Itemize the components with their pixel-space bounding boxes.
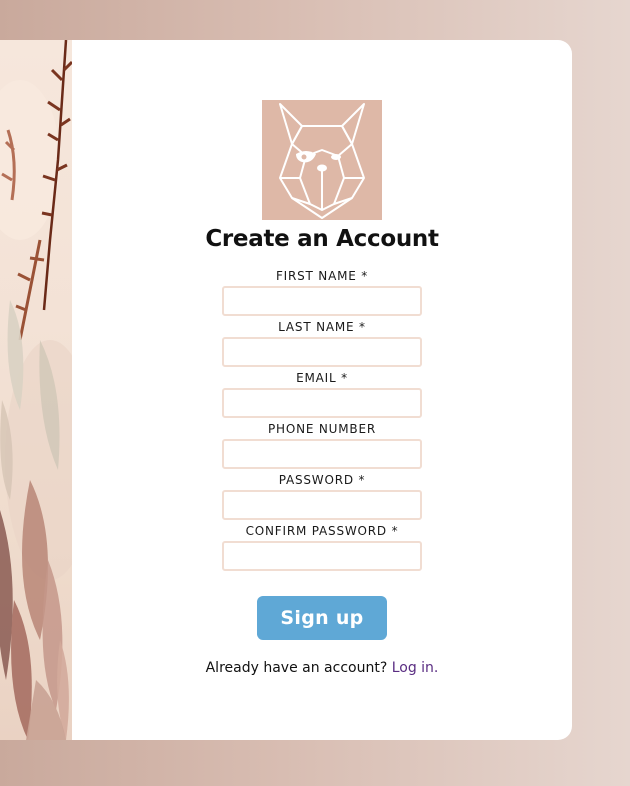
password-input[interactable] [222,490,422,520]
signup-card: Create an Account FIRST NAME * LAST NAME… [72,40,572,740]
first-name-label: FIRST NAME * [275,269,369,283]
confirm-password-input[interactable] [222,541,422,571]
login-prompt: Already have an account? Log in. [72,660,572,676]
last-name-label: LAST NAME * [278,320,366,334]
last-name-input[interactable] [222,337,422,367]
page: Create an Account FIRST NAME * LAST NAME… [0,0,630,786]
email-input[interactable] [222,388,422,418]
floral-illustration [0,40,72,740]
page-title: Create an Account [205,226,439,252]
sign-up-button[interactable]: Sign up [257,596,387,640]
login-prompt-text: Already have an account? [205,660,388,676]
phone-number-input[interactable] [222,439,422,469]
confirm-password-label: CONFIRM PASSWORD * [245,524,399,538]
first-name-input[interactable] [222,286,422,316]
email-label: EMAIL * [296,371,348,385]
floral-decoration [0,40,72,740]
password-label: PASSWORD * [278,473,366,487]
login-link[interactable]: Log in. [392,660,439,676]
bulldog-logo-icon [262,100,382,220]
phone-number-label: PHONE NUMBER [268,422,376,436]
